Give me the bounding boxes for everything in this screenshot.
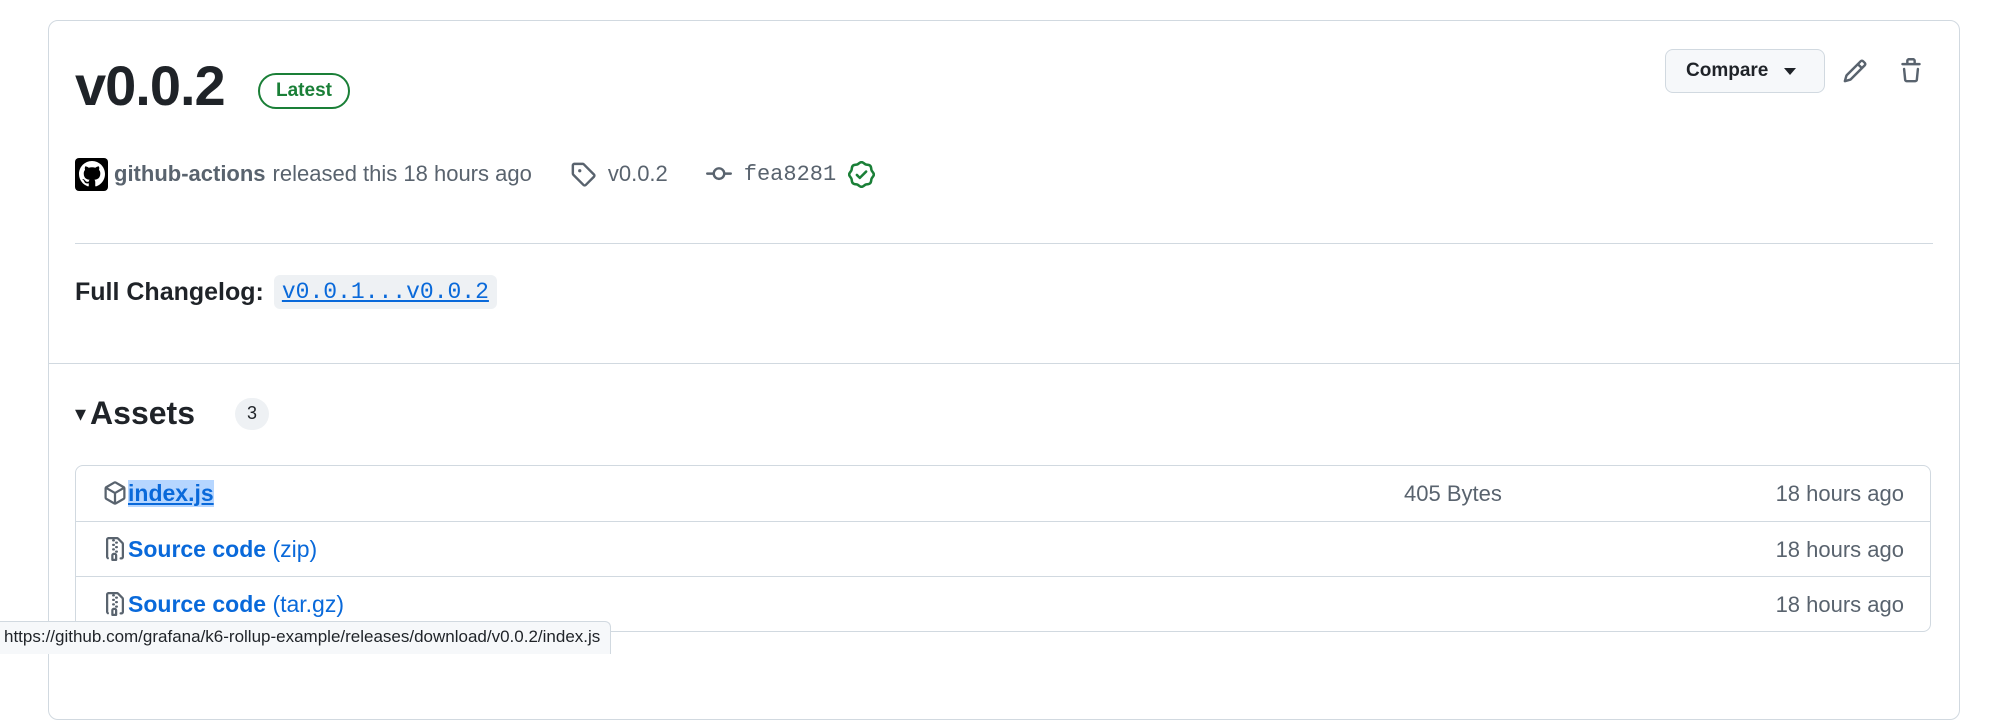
compare-label: Compare [1686, 60, 1769, 81]
avatar[interactable] [75, 157, 108, 191]
asset-format: (tar.gz) [272, 591, 345, 617]
asset-format: (zip) [272, 536, 318, 562]
tag-link[interactable]: v0.0.2 [570, 161, 668, 187]
assets-count-badge: 3 [235, 397, 269, 430]
assets-title: Assets [90, 395, 195, 431]
assets-list: index.js 405 Bytes 18 hours ago Source c… [75, 465, 1931, 632]
released-text: released this 18 hours ago [272, 161, 532, 186]
asset-time: 18 hours ago [1775, 481, 1904, 506]
verified-check-icon[interactable] [848, 160, 876, 188]
divider [75, 243, 1933, 244]
release-title[interactable]: v0.0.2 [75, 53, 226, 118]
tag-icon [571, 162, 596, 187]
asset-name-text: Source code [128, 536, 267, 562]
full-changelog: Full Changelog: v0.0.1...v0.0.2 [75, 275, 497, 309]
asset-name-text: index.js [128, 480, 214, 506]
asset-time: 18 hours ago [1775, 592, 1904, 617]
github-mark-icon [78, 161, 105, 187]
section-divider [49, 363, 1959, 364]
author-link[interactable]: github-actions [114, 161, 266, 187]
git-commit-icon [705, 167, 732, 181]
commit-link[interactable]: fea8281 [705, 161, 837, 187]
assets-header[interactable]: ▾ Assets 3 [75, 395, 269, 432]
asset-time: 18 hours ago [1775, 537, 1904, 562]
asset-size: 405 Bytes [1404, 481, 1502, 506]
trash-icon [1901, 58, 1921, 83]
release-card: v0.0.2 Latest Compare github-actions rel… [48, 20, 1960, 720]
compare-button[interactable]: Compare [1665, 49, 1825, 93]
asset-name[interactable]: Source code (zip) [128, 536, 317, 563]
asset-name[interactable]: Source code (tar.gz) [128, 591, 344, 618]
caret-down-icon [1784, 67, 1797, 75]
asset-row: Source code (zip) 18 hours ago [76, 521, 1930, 576]
changelog-label: Full Changelog: [75, 277, 264, 306]
asset-row: index.js 405 Bytes 18 hours ago [76, 466, 1930, 521]
file-zip-icon [106, 537, 124, 561]
browser-status-bar: https://github.com/grafana/k6-rollup-exa… [0, 621, 612, 654]
changelog-compare-link[interactable]: v0.0.1...v0.0.2 [273, 275, 497, 309]
pencil-icon [1843, 59, 1867, 83]
package-icon [104, 481, 126, 505]
asset-name-text: Source code [128, 591, 267, 617]
file-zip-icon [106, 592, 124, 616]
release-meta: github-actions released this 18 hours ag… [75, 156, 876, 192]
tag-label: v0.0.2 [607, 161, 668, 186]
commit-sha: fea8281 [743, 161, 837, 187]
asset-name[interactable]: index.js [128, 480, 214, 507]
triangle-down-icon: ▾ [75, 400, 87, 426]
delete-button[interactable] [1891, 51, 1931, 91]
edit-button[interactable] [1835, 51, 1875, 91]
latest-badge: Latest [258, 73, 350, 109]
